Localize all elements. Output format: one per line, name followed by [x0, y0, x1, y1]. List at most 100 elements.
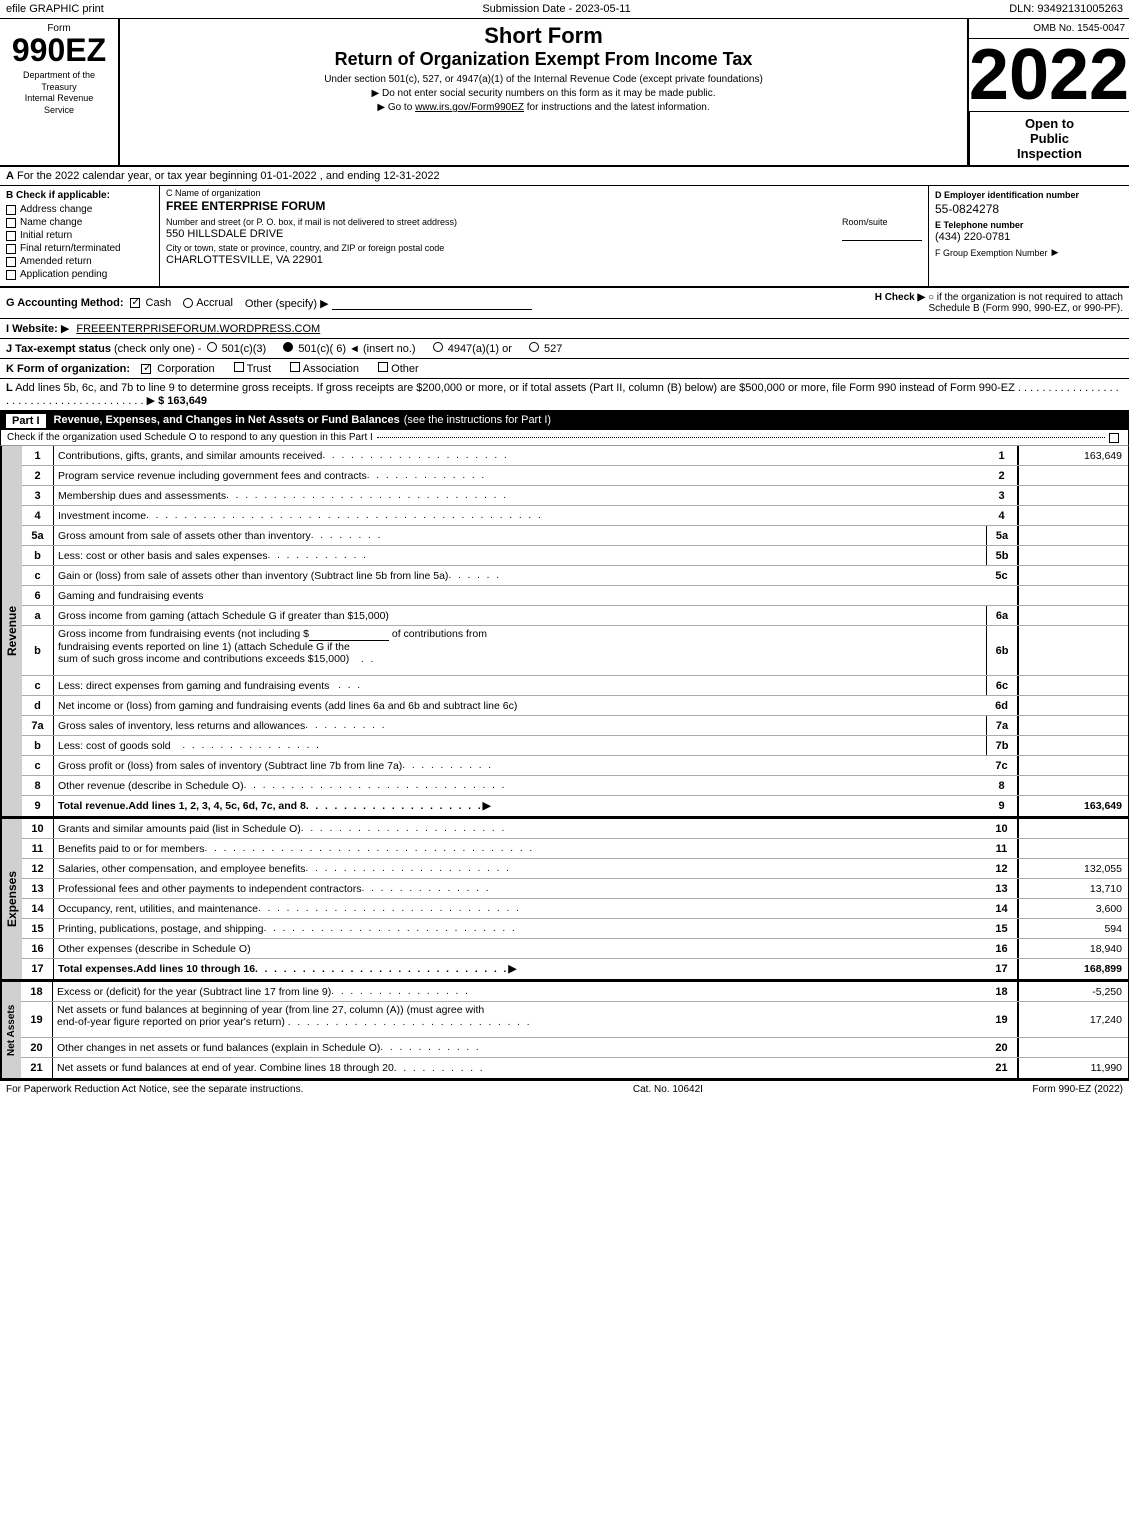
table-row: 7a Gross sales of inventory, less return…: [22, 716, 1128, 736]
corp-checkbox[interactable]: [141, 364, 151, 374]
footer-right: Form 990-EZ (2022): [1032, 1084, 1123, 1095]
check-address-change-box[interactable]: [6, 205, 16, 215]
footer-center: Cat. No. 10642I: [633, 1084, 703, 1095]
check-name-change-box[interactable]: [6, 218, 16, 228]
assoc-radio[interactable]: [290, 362, 300, 372]
table-row: 5a Gross amount from sale of assets othe…: [22, 526, 1128, 546]
page: efile GRAPHIC print Submission Date - 20…: [0, 0, 1129, 1525]
table-row: 2 Program service revenue including gove…: [22, 466, 1128, 486]
acct-accrual: Accrual: [183, 297, 233, 309]
city-label: City or town, state or province, country…: [166, 243, 922, 253]
title-note1: Under section 501(c), 527, or 4947(a)(1)…: [128, 74, 959, 85]
employer-id-label: D Employer identification number: [935, 190, 1123, 200]
table-row: b Less: cost or other basis and sales ex…: [22, 546, 1128, 566]
room-suite-label: Room/suite: [842, 217, 922, 227]
radio-501c3[interactable]: [207, 342, 217, 352]
radio-4947[interactable]: [433, 342, 443, 352]
line-l-value: $ 163,649: [158, 395, 207, 407]
form-org-label: K Form of organization:: [6, 363, 130, 375]
header-right: DLN: 93492131005263: [1009, 3, 1123, 15]
check-final-return: Final return/terminated: [6, 243, 153, 254]
part1-header: Part I Revenue, Expenses, and Changes in…: [0, 412, 1129, 430]
short-form-title: Short Form: [128, 23, 959, 49]
header-bar: efile GRAPHIC print Submission Date - 20…: [0, 0, 1129, 19]
title-note2: ▶ Do not enter social security numbers o…: [128, 88, 959, 99]
table-row: 19 Net assets or fund balances at beginn…: [21, 1002, 1128, 1038]
website-section: I Website: ▶ FREEENTERPRISEFORUM.WORDPRE…: [0, 319, 1129, 339]
table-row: c Gain or (loss) from sale of assets oth…: [22, 566, 1128, 586]
net-assets-section: Net Assets 18 Excess or (deficit) for th…: [0, 980, 1129, 1079]
check-initial-return-box[interactable]: [6, 231, 16, 241]
part1-check[interactable]: [1110, 415, 1120, 425]
header-left: efile GRAPHIC print: [6, 3, 104, 15]
h-check: H Check ▶ ○ if the organization is not r…: [843, 292, 1123, 314]
table-row: d Net income or (loss) from gaming and f…: [22, 696, 1128, 716]
check-amended-return: Amended return: [6, 256, 153, 267]
right-box: OMB No. 1545-0047 2022 Open to Public In…: [969, 19, 1129, 165]
phone-value: (434) 220-0781: [935, 231, 1123, 243]
check-middle: C Name of organization FREE ENTERPRISE F…: [160, 186, 929, 286]
trust-radio[interactable]: [234, 362, 244, 372]
check-section: B Check if applicable: Address change Na…: [0, 186, 1129, 288]
return-title: Return of Organization Exempt From Incom…: [128, 49, 959, 70]
part1-title: Revenue, Expenses, and Changes in Net As…: [54, 414, 400, 428]
radio-501c6[interactable]: [283, 342, 293, 352]
address-label: Number and street (or P. O. box, if mail…: [166, 217, 457, 227]
org-name-label: C Name of organization: [166, 188, 922, 198]
org-address: 550 HILLSDALE DRIVE: [166, 228, 457, 240]
footer-left: For Paperwork Reduction Act Notice, see …: [6, 1084, 303, 1095]
table-row: 4 Investment income . . . . . . . . . . …: [22, 506, 1128, 526]
table-row: 12 Salaries, other compensation, and emp…: [22, 859, 1128, 879]
expenses-section: Expenses 10 Grants and similar amounts p…: [0, 817, 1129, 980]
table-row: 1 Contributions, gifts, grants, and simi…: [22, 446, 1128, 466]
employer-id-value: 55-0824278: [935, 202, 1123, 216]
cash-checkbox[interactable]: [130, 298, 140, 308]
org-name: FREE ENTERPRISE FORUM: [166, 199, 922, 213]
table-row: 6 Gaming and fundraising events: [22, 586, 1128, 606]
check-name-change: Name change: [6, 217, 153, 228]
net-assets-table: 18 Excess or (deficit) for the year (Sub…: [21, 982, 1128, 1078]
phone-label: E Telephone number: [935, 220, 1123, 230]
org-room-suite: [842, 228, 922, 241]
tax-exempt-section: J Tax-exempt status (check only one) - 5…: [0, 339, 1129, 359]
table-row: 18 Excess or (deficit) for the year (Sub…: [21, 982, 1128, 1002]
open-inspection-box: Open to Public Inspection: [969, 111, 1129, 165]
check-initial-return: Initial return: [6, 230, 153, 241]
table-row: b Less: cost of goods sold . . . . . . .…: [22, 736, 1128, 756]
title-note3: ▶ Go to www.irs.gov/Form990EZ for instru…: [128, 102, 959, 113]
check-application-pending-box[interactable]: [6, 270, 16, 280]
table-row: 10 Grants and similar amounts paid (list…: [22, 819, 1128, 839]
table-row: 9 Total revenue. Add lines 1, 2, 3, 4, 5…: [22, 796, 1128, 816]
address-row: Number and street (or P. O. box, if mail…: [166, 217, 922, 241]
form-label-box: Form 990EZ Department of the Treasury In…: [0, 19, 120, 165]
check-final-return-box[interactable]: [6, 244, 16, 254]
form-dept: Department of the Treasury Internal Reve…: [23, 70, 95, 117]
table-row: 3 Membership dues and assessments . . . …: [22, 486, 1128, 506]
radio-527[interactable]: [529, 342, 539, 352]
acct-label: G Accounting Method:: [6, 297, 124, 309]
check-right: D Employer identification number 55-0824…: [929, 186, 1129, 286]
header-center: Submission Date - 2023-05-11: [482, 3, 630, 15]
part1-check-box[interactable]: [1109, 433, 1119, 443]
other-radio[interactable]: [378, 362, 388, 372]
form-number: 990EZ: [12, 34, 106, 66]
part1-check-note: Check if the organization used Schedule …: [0, 430, 1129, 446]
tax-exempt-label: J Tax-exempt status: [6, 343, 111, 355]
footer: For Paperwork Reduction Act Notice, see …: [0, 1079, 1129, 1098]
section-a: A For the 2022 calendar year, or tax yea…: [0, 167, 1129, 186]
table-row: 11 Benefits paid to or for members . . .…: [22, 839, 1128, 859]
year-box: 2022: [969, 39, 1129, 111]
net-assets-side-label: Net Assets: [1, 982, 21, 1078]
table-row: c Gross profit or (loss) from sales of i…: [22, 756, 1128, 776]
line-l: L Add lines 5b, 6c, and 7b to line 9 to …: [0, 379, 1129, 412]
check-amended-return-box[interactable]: [6, 257, 16, 267]
table-row: 21 Net assets or fund balances at end of…: [21, 1058, 1128, 1078]
acct-options: Cash Accrual Other (specify) ▶: [130, 297, 532, 310]
top-section: Form 990EZ Department of the Treasury In…: [0, 19, 1129, 167]
table-row: 14 Occupancy, rent, utilities, and maint…: [22, 899, 1128, 919]
table-row: 17 Total expenses. Add lines 10 through …: [22, 959, 1128, 979]
table-row: 8 Other revenue (describe in Schedule O)…: [22, 776, 1128, 796]
table-row: 15 Printing, publications, postage, and …: [22, 919, 1128, 939]
accrual-radio[interactable]: [183, 298, 193, 308]
title-section: Short Form Return of Organization Exempt…: [120, 19, 969, 165]
